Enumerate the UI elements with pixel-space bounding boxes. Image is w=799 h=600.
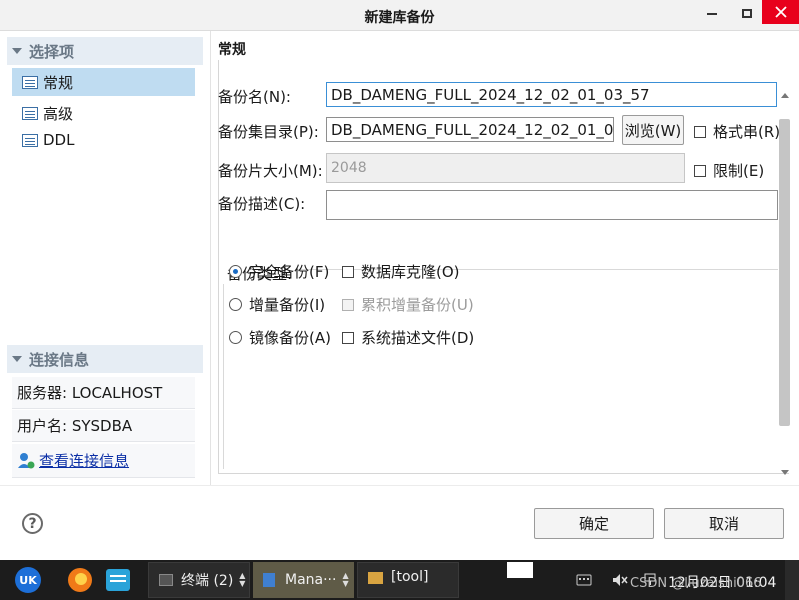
- db-clone-label: 数据库克隆(O): [361, 263, 460, 281]
- radio-icon: [229, 331, 242, 344]
- nav-item-label: 常规: [43, 73, 74, 92]
- incremental-backup-label: 增量备份(I): [249, 296, 326, 314]
- vertical-scrollbar[interactable]: [778, 93, 793, 475]
- help-icon[interactable]: ?: [22, 513, 43, 534]
- system-file-checkbox[interactable]: 系统描述文件(D): [342, 327, 474, 348]
- nav-item-label: DDL: [43, 131, 75, 149]
- mirror-backup-radio[interactable]: 镜像备份(A): [229, 327, 331, 348]
- tool-task-label: [tool]: [391, 569, 429, 585]
- backup-name-input[interactable]: DB_DAMENG_FULL_2024_12_02_01_03_57: [326, 82, 777, 107]
- full-backup-radio[interactable]: 完全备份(F): [229, 261, 329, 282]
- scroll-up-icon[interactable]: [781, 93, 789, 98]
- user-icon: [18, 452, 35, 468]
- cancel-button[interactable]: 取消: [664, 508, 784, 539]
- terminal-icon: [159, 574, 173, 586]
- user-text: 用户名: SYSDBA: [17, 417, 133, 435]
- page-icon: [22, 133, 38, 147]
- select-items-header[interactable]: 选择项: [7, 37, 203, 65]
- title-bar: 新建库备份: [0, 0, 799, 31]
- checkbox-icon: [342, 265, 354, 278]
- page-icon: [22, 106, 38, 120]
- keyboard-icon[interactable]: [576, 573, 592, 587]
- tool-task[interactable]: [tool]: [357, 562, 459, 598]
- scroll-down-icon[interactable]: [781, 470, 789, 475]
- radio-icon: [229, 298, 242, 311]
- form-area: 常规 备份名(N): DB_DAMENG_FULL_2024_12_02_01_…: [211, 31, 799, 485]
- select-items-label: 选择项: [29, 42, 75, 61]
- piece-size-input[interactable]: 2048: [326, 153, 685, 183]
- tray-indicator: [507, 562, 533, 578]
- backup-dir-input[interactable]: DB_DAMENG_FULL_2024_12_02_01_03_: [326, 117, 614, 142]
- connection-info-header[interactable]: 连接信息: [7, 345, 203, 373]
- mirror-backup-label: 镜像备份(A): [249, 329, 331, 347]
- nav-item-advanced[interactable]: 高级: [12, 99, 195, 127]
- task-arrows-icon: ▲ ▼: [342, 571, 349, 588]
- maximize-button[interactable]: [735, 0, 759, 26]
- browse-button[interactable]: 浏览(W): [622, 115, 684, 145]
- minimize-button[interactable]: [700, 0, 724, 26]
- db-clone-checkbox[interactable]: 数据库克隆(O): [342, 261, 460, 282]
- manager-task[interactable]: Mana··· ▲ ▼: [253, 562, 354, 598]
- connection-info-label: 连接信息: [29, 350, 90, 369]
- collapse-icon: [12, 356, 22, 362]
- start-menu-icon[interactable]: UK: [14, 566, 42, 594]
- view-connection-link[interactable]: 查看连接信息: [39, 450, 129, 471]
- incremental-backup-radio[interactable]: 增量备份(I): [229, 294, 325, 315]
- close-icon: [774, 6, 787, 18]
- file-manager-icon[interactable]: [104, 566, 132, 594]
- ok-button[interactable]: 确定: [534, 508, 654, 539]
- backup-desc-input[interactable]: [326, 190, 778, 220]
- server-info: 服务器: LOCALHOST: [12, 377, 195, 409]
- cumulative-backup-checkbox[interactable]: 累积增量备份(U): [342, 294, 474, 315]
- left-panel: 选择项 常规 高级 DDL 连接信息 服务器: LOCALHOST 用户名: S…: [0, 31, 210, 485]
- page-icon: [22, 75, 38, 89]
- manager-icon: [263, 573, 275, 587]
- terminal-task[interactable]: 终端 (2) ▲ ▼: [148, 562, 250, 598]
- format-checkbox[interactable]: 格式串(R): [694, 121, 780, 142]
- format-label: 格式串(R): [713, 123, 781, 141]
- nav-item-general[interactable]: 常规: [12, 68, 195, 96]
- radio-selected-icon: [229, 265, 242, 278]
- nav-item-label: 高级: [43, 104, 74, 123]
- checkbox-icon: [694, 125, 706, 138]
- checkbox-icon: [342, 298, 354, 311]
- close-button[interactable]: [762, 0, 799, 24]
- limit-label: 限制(E): [713, 162, 765, 180]
- checkbox-icon: [342, 331, 354, 344]
- piece-size-label: 备份片大小(M):: [218, 162, 323, 180]
- checkbox-icon: [694, 164, 706, 177]
- task-arrows-icon: ▲ ▼: [239, 571, 246, 588]
- system-file-label: 系统描述文件(D): [361, 329, 475, 347]
- section-title: 常规: [218, 42, 246, 58]
- limit-checkbox[interactable]: 限制(E): [694, 160, 764, 181]
- maximize-icon: [742, 8, 752, 18]
- cumulative-backup-label: 累积增量备份(U): [361, 296, 474, 314]
- collapse-icon: [12, 48, 22, 54]
- svg-text:UK: UK: [19, 574, 37, 587]
- view-connection-row: 查看连接信息: [12, 444, 195, 478]
- nav-item-ddl[interactable]: DDL: [12, 126, 195, 154]
- terminal-task-label: 终端 (2): [181, 573, 234, 589]
- minimize-icon: [707, 13, 717, 15]
- server-text: 服务器: LOCALHOST: [17, 384, 163, 402]
- volume-muted-icon[interactable]: [611, 572, 629, 588]
- backup-name-label: 备份名(N):: [218, 88, 291, 106]
- full-backup-label: 完全备份(F): [249, 263, 330, 281]
- backup-desc-label: 备份描述(C):: [218, 195, 306, 213]
- scroll-thumb[interactable]: [779, 119, 790, 426]
- manager-task-label: Mana···: [285, 572, 337, 588]
- browser-icon[interactable]: [66, 566, 94, 594]
- window-title: 新建库备份: [364, 10, 435, 26]
- dialog-footer: ? 确定 取消: [0, 485, 799, 560]
- folder-icon: [368, 572, 383, 584]
- watermark: CSDN @liuzaishi066: [630, 576, 762, 591]
- user-info: 用户名: SYSDBA: [12, 410, 195, 442]
- show-desktop-button[interactable]: [785, 560, 799, 600]
- backup-dir-label: 备份集目录(P):: [218, 123, 319, 141]
